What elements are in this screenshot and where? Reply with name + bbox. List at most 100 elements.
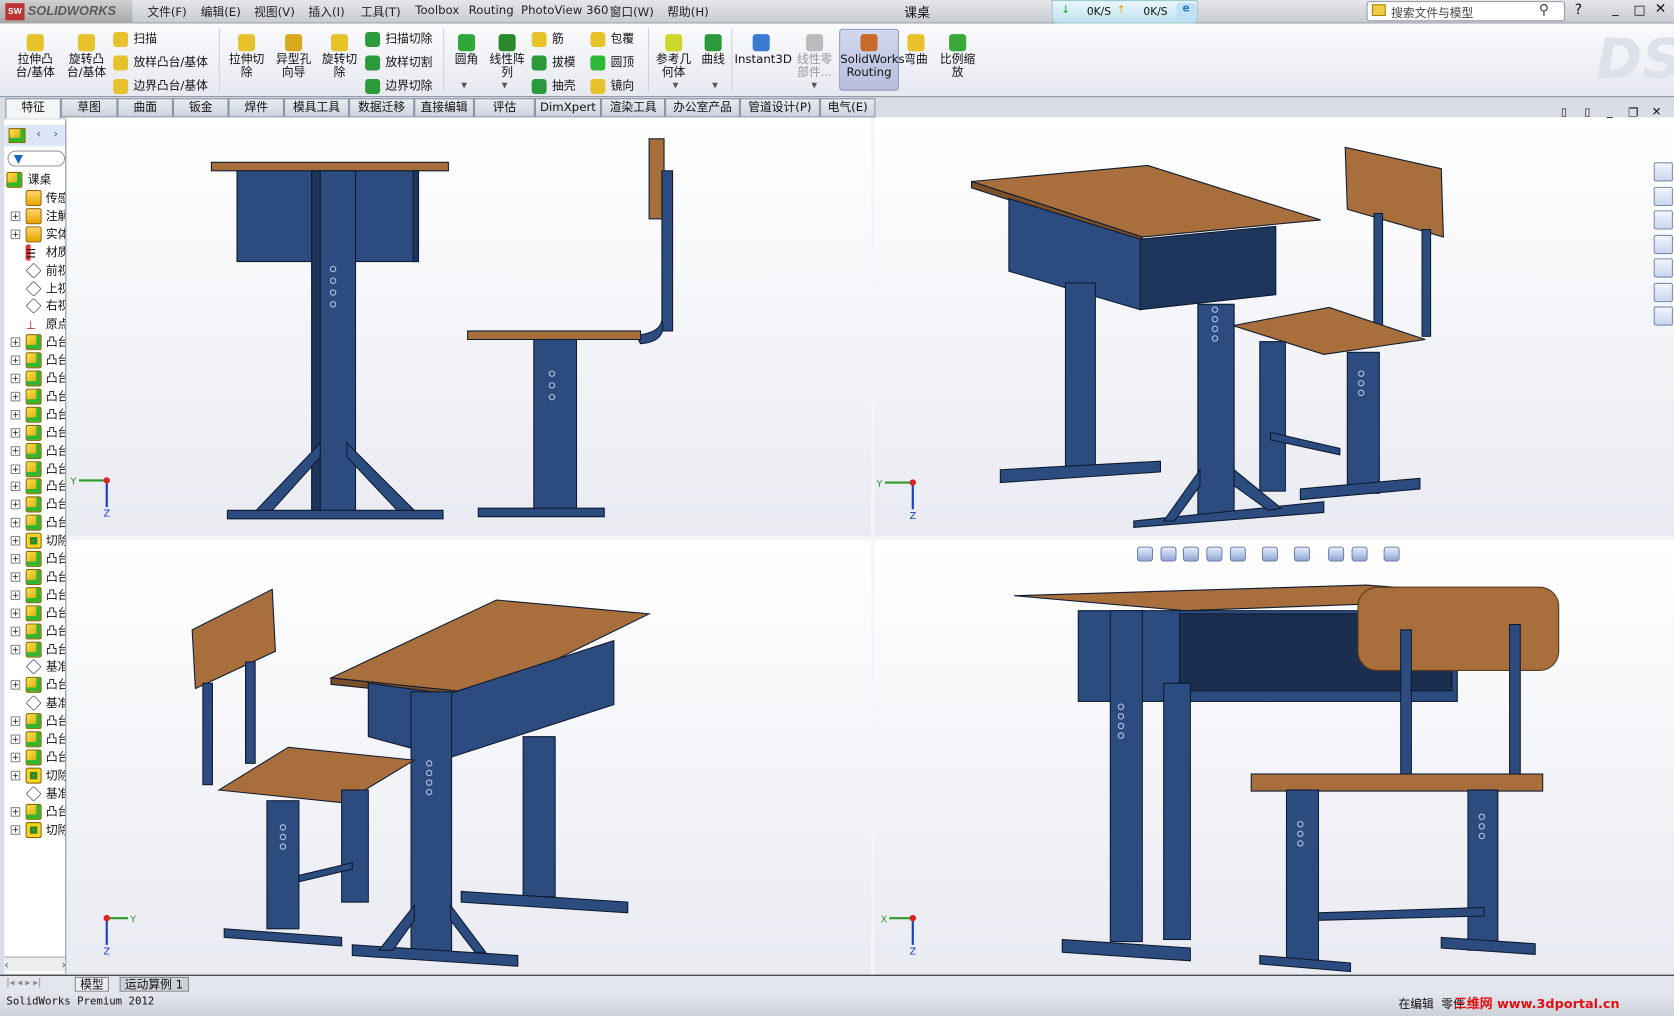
ribbon-button[interactable]: 参考几何体 [652, 34, 695, 79]
expand-icon[interactable]: + [10, 229, 21, 239]
dropdown-arrow-icon[interactable]: ▼ [461, 81, 467, 90]
tree-item[interactable]: + 凸台 [4, 496, 65, 514]
tab-13[interactable]: 电气(E) [819, 98, 876, 118]
expand-icon[interactable]: + [10, 445, 21, 456]
ribbon-small-button[interactable]: 包覆 [590, 30, 634, 47]
tab-6[interactable]: 数据迁移 [349, 98, 415, 118]
tree-item[interactable]: + 凸台 [4, 369, 65, 387]
tree-item[interactable]: + 凸台 [4, 748, 65, 766]
ribbon-button[interactable]: 圆角 [451, 34, 483, 66]
viewport-back[interactable] [874, 540, 1674, 975]
ribbon-button[interactable]: 曲线 [698, 34, 728, 66]
tree-item[interactable]: + 凸台 [4, 460, 65, 478]
minimize-icon[interactable]: _ [1612, 1, 1618, 16]
solidworks-logo[interactable]: SW SOLIDWORKS [0, 0, 133, 24]
expand-icon[interactable]: + [10, 373, 21, 384]
tree-item[interactable]: + 凸台 [4, 514, 65, 532]
viewport-front[interactable] [67, 117, 872, 536]
tree-item[interactable]: + 凸台 [4, 676, 65, 694]
view-settings-icon[interactable] [1383, 546, 1400, 562]
ribbon-button[interactable]: Instant3D [735, 34, 792, 66]
tab-10[interactable]: 渲染工具 [601, 98, 666, 118]
expand-icon[interactable]: + [10, 211, 21, 221]
expand-icon[interactable]: + [10, 554, 21, 564]
expand-icon[interactable]: + [10, 752, 21, 763]
expand-icon[interactable]: + [10, 770, 21, 781]
zoom-area-icon[interactable] [1160, 546, 1177, 562]
ribbon-button[interactable]: 线性阵列 [486, 34, 529, 79]
tab-11[interactable]: 办公室产品 [665, 98, 740, 118]
menu-item[interactable]: 工具(T) [361, 3, 401, 20]
close-icon[interactable]: ✕ [1655, 1, 1667, 17]
expand-icon[interactable]: + [10, 536, 21, 546]
viewport-link-icon[interactable]: ▯ [1584, 107, 1590, 119]
expand-icon[interactable]: + [10, 824, 21, 835]
tree-item[interactable]: + 凸台 [4, 550, 65, 568]
dropdown-arrow-icon[interactable]: ▼ [712, 81, 718, 90]
tree-item[interactable]: + 凸台 [4, 351, 65, 369]
menu-item[interactable]: 编辑(E) [201, 3, 241, 20]
ribbon-button[interactable]: 旋转凸台/基体 [62, 34, 111, 79]
tree-item[interactable]: + 凸台 [4, 333, 65, 351]
menu-item[interactable]: Routing [469, 3, 514, 17]
expand-icon[interactable]: + [10, 644, 21, 654]
chevron-left-icon[interactable]: ‹ [36, 127, 41, 141]
custom-properties-icon[interactable] [1653, 282, 1673, 302]
tree-item[interactable]: + 凸台 [4, 568, 65, 586]
expand-icon[interactable]: + [10, 734, 21, 745]
ribbon-button[interactable]: 异型孔向导 [271, 34, 316, 79]
ribbon-small-button[interactable]: 边界凸台/基体 [113, 77, 208, 94]
ribbon-small-button[interactable]: 抽壳 [531, 77, 575, 94]
menu-item[interactable]: Toolbox [415, 3, 459, 17]
previous-view-icon[interactable] [1182, 546, 1199, 562]
search-input[interactable]: 搜索文件与模型 ⚲ [1366, 1, 1566, 22]
tree-item[interactable]: + 切除 [4, 532, 65, 550]
ribbon-small-button[interactable]: 放样凸台/基体 [113, 53, 208, 71]
tree-scrollbar[interactable]: ‹ › [4, 956, 66, 972]
tree-item[interactable]: + 凸台 [4, 478, 65, 496]
ribbon-button[interactable]: 弯曲 [901, 34, 931, 66]
ribbon-button[interactable]: 拉伸凸台/基体 [11, 34, 60, 79]
tree-item[interactable]: 右视 [4, 297, 65, 315]
scene-icon[interactable] [1351, 546, 1368, 562]
expand-icon[interactable]: + [10, 716, 21, 727]
expand-icon[interactable]: + [10, 590, 21, 600]
expand-icon[interactable]: + [10, 517, 21, 528]
tab-12[interactable]: 管道设计(P) [739, 98, 820, 118]
tab-0[interactable]: 特征 [5, 98, 61, 119]
tree-item[interactable]: + 凸台 [4, 586, 65, 604]
tab-model[interactable]: 模型 [74, 976, 109, 992]
expand-icon[interactable]: + [10, 608, 21, 618]
section-view-icon[interactable] [1206, 546, 1223, 562]
tree-root[interactable]: 课桌 [4, 171, 65, 189]
hide-show-icon[interactable] [1293, 546, 1310, 562]
ribbon-small-button[interactable]: 扫描 [113, 30, 157, 47]
tab-2[interactable]: 曲面 [117, 98, 173, 118]
appearances-icon[interactable] [1653, 258, 1673, 278]
expand-icon[interactable]: + [10, 391, 21, 402]
tree-item[interactable]: + 凸台 [4, 387, 65, 405]
view-orientation-icon[interactable] [1229, 546, 1246, 562]
menu-item[interactable]: 帮助(H) [667, 3, 708, 20]
tab-8[interactable]: 评估 [474, 98, 535, 118]
expand-icon[interactable]: + [10, 572, 21, 582]
menu-item[interactable]: 插入(I) [309, 3, 345, 20]
ribbon-button[interactable]: 拉伸切除 [224, 34, 269, 79]
ribbon-small-button[interactable]: 拔模 [531, 53, 575, 71]
feature-manager-icon[interactable] [8, 128, 26, 144]
tree-item[interactable]: + 凸台 [4, 424, 65, 442]
browser-icon[interactable]: e [1176, 3, 1196, 22]
document-recovery-icon[interactable] [1653, 306, 1673, 326]
viewport-close-icon[interactable]: ✕ [1652, 105, 1662, 119]
tree-item[interactable]: + 凸台 [4, 712, 65, 730]
viewport-minimize-icon[interactable]: _ [1607, 105, 1613, 119]
tree-item[interactable]: ⊥ 原点 [4, 315, 66, 333]
tree-item[interactable]: 基准 [4, 658, 65, 676]
expand-icon[interactable]: + [10, 355, 21, 366]
expand-icon[interactable]: + [10, 806, 21, 817]
tree-item[interactable]: 前视 [4, 261, 65, 279]
ribbon-small-button[interactable]: 扫描切除 [365, 30, 432, 47]
tab-1[interactable]: 草图 [60, 98, 118, 118]
tree-item[interactable]: + 实体 [4, 225, 65, 243]
ribbon-button[interactable]: 线性零部件... [792, 34, 837, 79]
